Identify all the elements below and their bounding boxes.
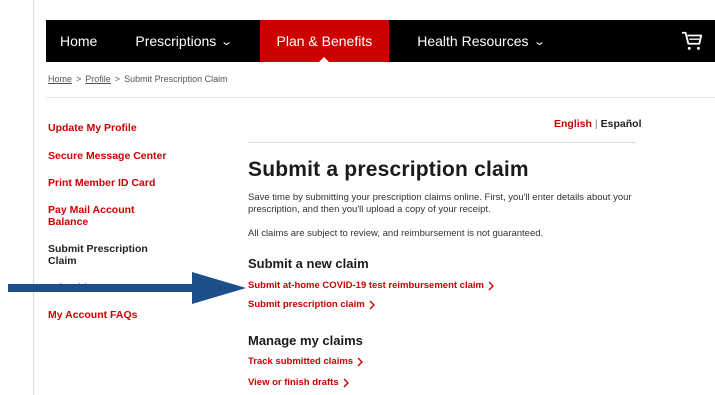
page-title: Submit a prescription claim [248, 158, 529, 181]
sidebar-item-submit-claim: Submit Prescription Claim [48, 243, 148, 267]
breadcrumb-home[interactable]: Home [48, 74, 72, 84]
track-claims-label: Track submitted claims [248, 356, 354, 367]
nav-plan-benefits-label: Plan & Benefits [276, 33, 373, 49]
nav-plan-benefits[interactable]: Plan & Benefits [259, 20, 390, 62]
intro-text: Save time by submitting your prescriptio… [248, 192, 632, 215]
language-spanish[interactable]: Español [601, 118, 642, 130]
chevron-right-icon [488, 281, 494, 290]
prescription-claim-link[interactable]: Submit prescription claim [248, 299, 375, 310]
chevron-right-icon [343, 378, 349, 387]
language-separator: | [594, 118, 598, 130]
prescription-claim-label: Submit prescription claim [248, 299, 365, 310]
nav-prescriptions-label: Prescriptions [135, 33, 217, 49]
view-drafts-link[interactable]: View or finish drafts [248, 377, 349, 388]
divider [46, 97, 715, 98]
section-heading-manage-claims: Manage my claims [248, 333, 363, 348]
breadcrumb-separator: > [114, 74, 121, 84]
language-english[interactable]: English [554, 118, 592, 130]
sidebar-item-pay-balance[interactable]: Pay Mail Account Balance [48, 204, 158, 228]
sidebar-item-update-profile[interactable]: Update My Profile [48, 122, 137, 134]
nav-home-label: Home [60, 33, 98, 49]
language-switch: English | Español [554, 118, 642, 130]
breadcrumb-separator: > [76, 74, 82, 84]
chevron-right-icon [369, 300, 375, 309]
active-indicator [319, 57, 330, 62]
section-heading-new-claim: Submit a new claim [248, 256, 369, 271]
cart-icon[interactable] [681, 30, 703, 52]
chevron-down-icon: ⌄ [220, 35, 234, 48]
breadcrumb: Home > Profile > Submit Prescription Claim [48, 74, 228, 84]
sidebar-item-faqs[interactable]: My Account FAQs [48, 309, 137, 321]
nav-prescriptions[interactable]: Prescriptions ⌄ [121, 20, 245, 62]
chevron-down-icon: ⌄ [532, 35, 546, 48]
frame-border [33, 0, 34, 395]
disclaimer-text: All claims are subject to review, and re… [248, 228, 544, 239]
track-claims-link[interactable]: Track submitted claims [248, 356, 364, 367]
sidebar-item-print-id-card[interactable]: Print Member ID Card [48, 177, 155, 189]
view-drafts-label: View or finish drafts [248, 377, 339, 388]
chevron-right-icon [357, 357, 364, 366]
breadcrumb-current: Submit Prescription Claim [124, 74, 228, 84]
arrow-right-icon [8, 272, 246, 304]
nav-health-resources[interactable]: Health Resources ⌄ [403, 20, 558, 62]
covid-test-claim-link[interactable]: Submit at-home COVID-19 test reimburseme… [248, 280, 494, 291]
divider [248, 142, 636, 143]
top-navigation: Home Prescriptions ⌄ Plan & Benefits Hea… [46, 20, 715, 62]
breadcrumb-profile[interactable]: Profile [85, 74, 111, 84]
nav-health-resources-label: Health Resources [417, 33, 529, 49]
covid-test-claim-label: Submit at-home COVID-19 test reimburseme… [248, 280, 484, 291]
sidebar-item-secure-message[interactable]: Secure Message Center [48, 150, 166, 162]
nav-home[interactable]: Home [46, 20, 121, 62]
